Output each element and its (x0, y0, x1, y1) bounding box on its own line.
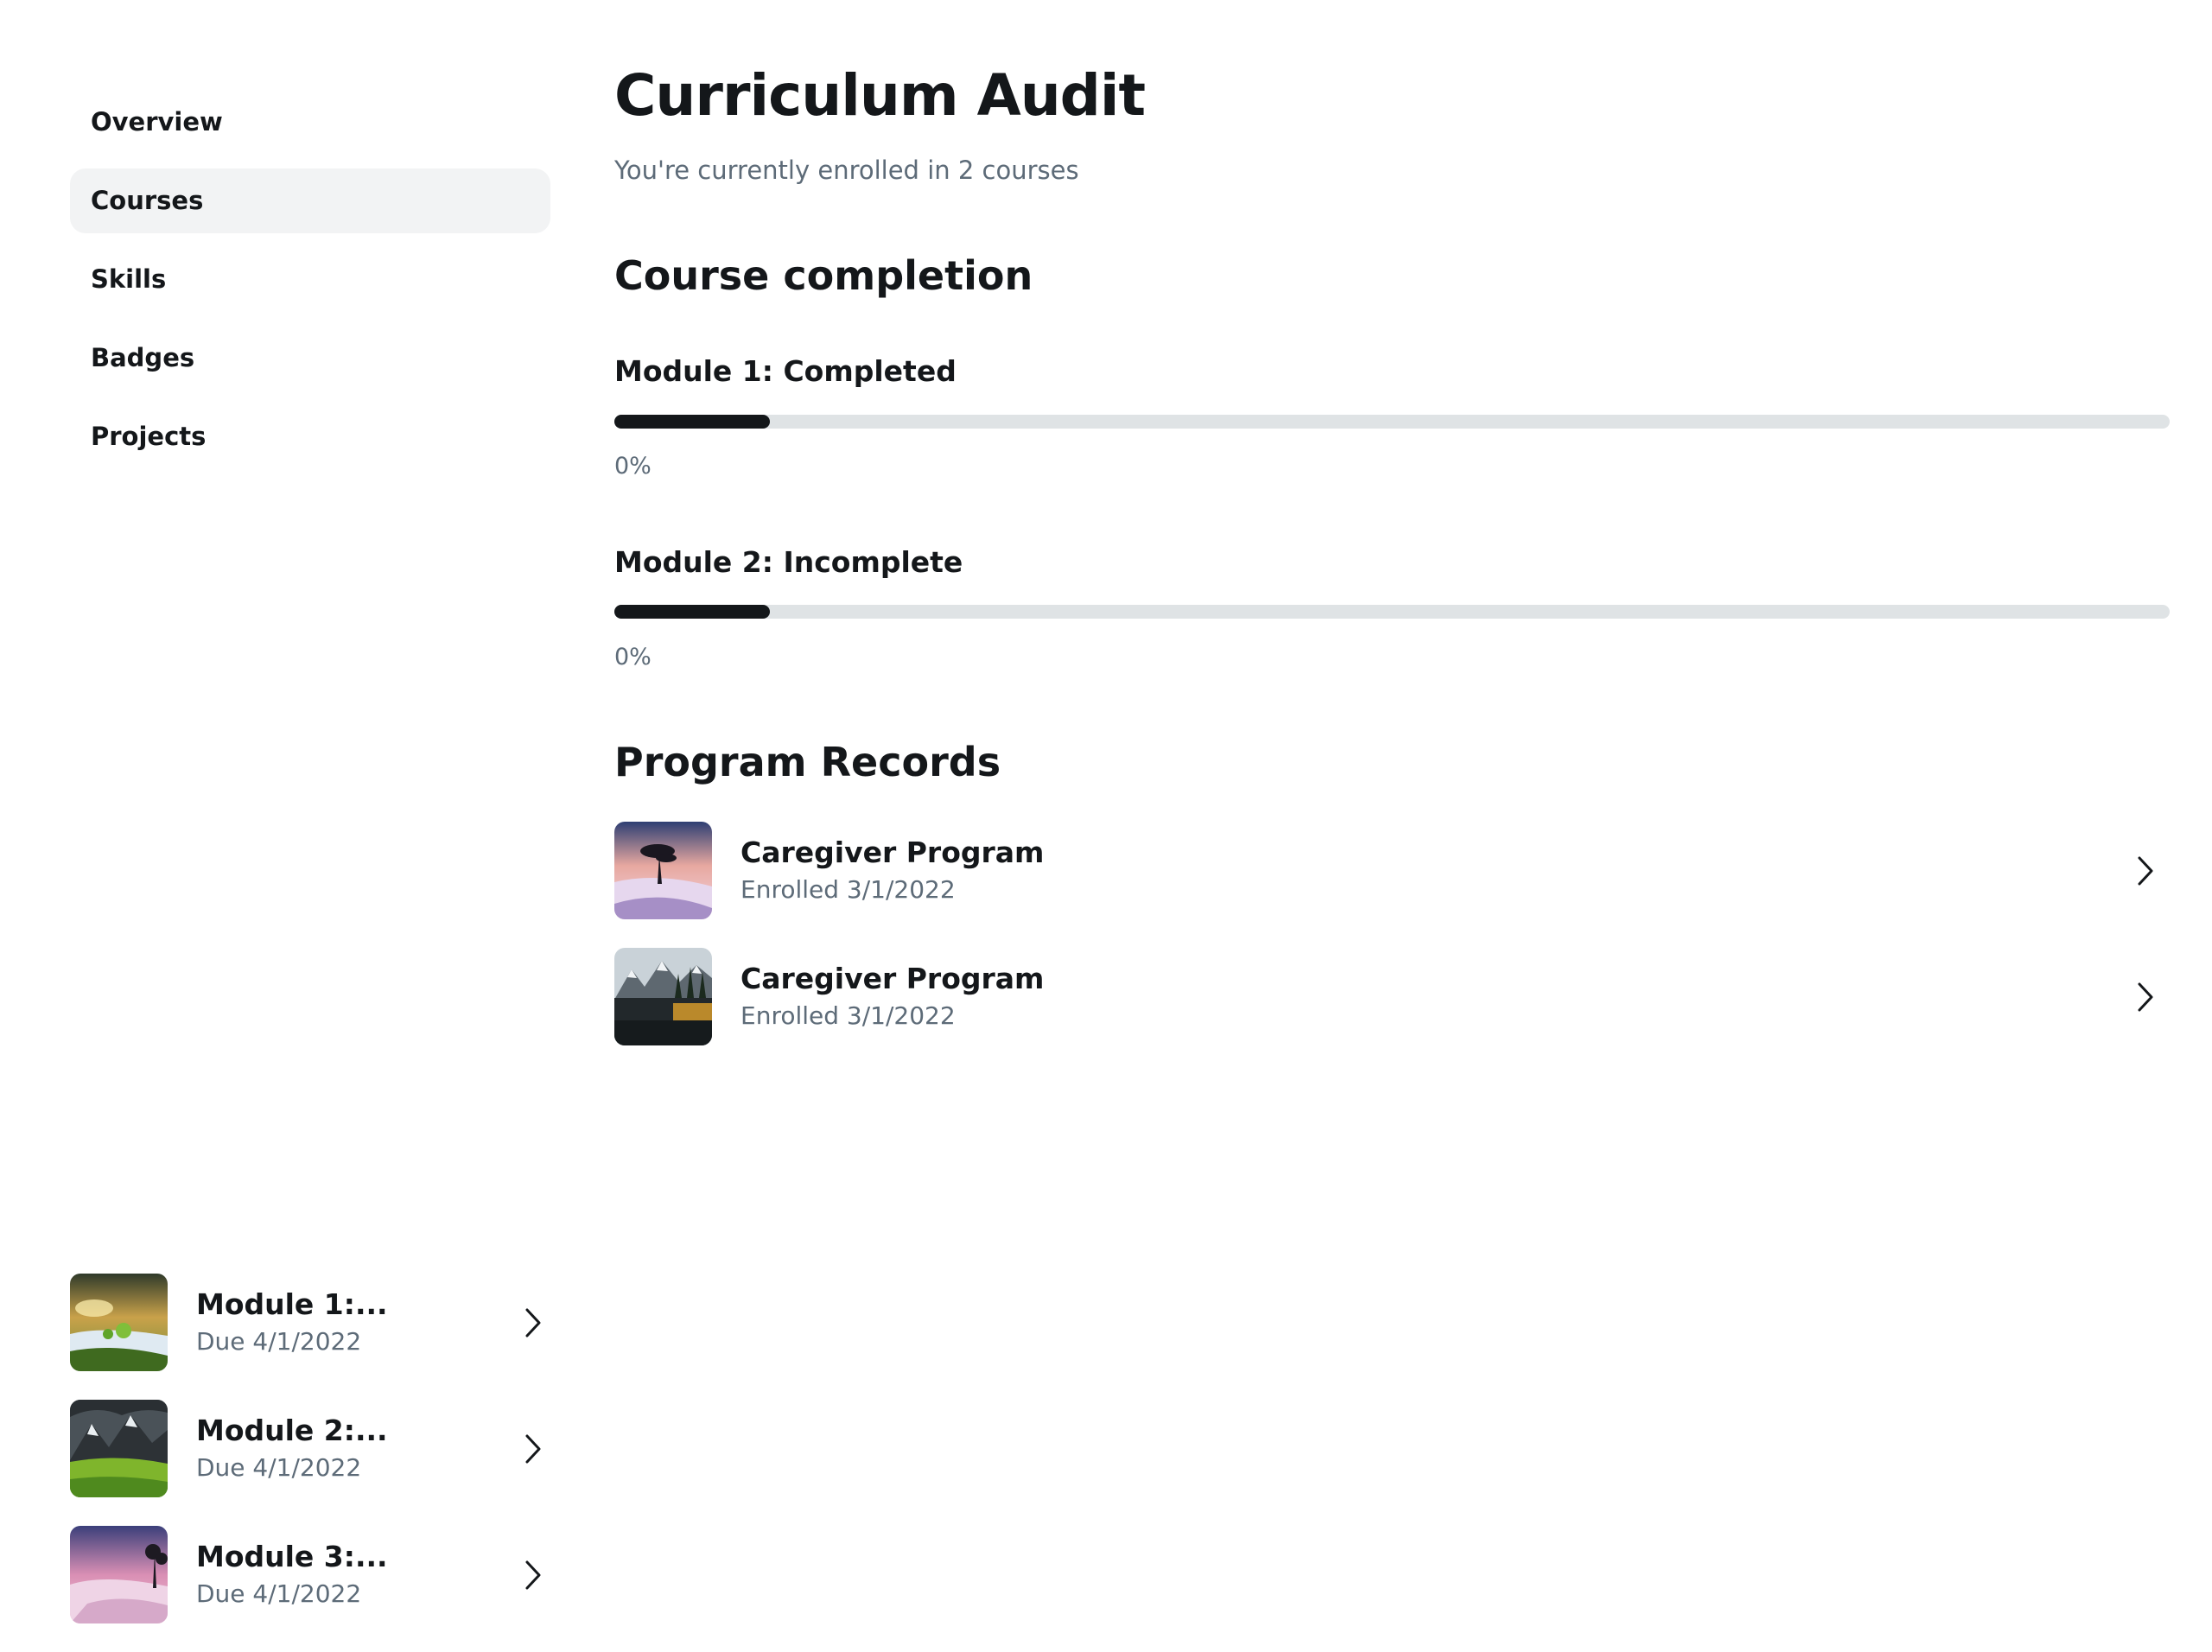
chevron-right-icon[interactable] (516, 1306, 550, 1340)
progress-bar-fill (614, 415, 770, 429)
chevron-right-icon[interactable] (2128, 854, 2163, 888)
module-title: Module 3:... (196, 1540, 388, 1573)
program-records-heading: Program Records (614, 739, 1001, 785)
module-thumbnail (70, 1400, 168, 1497)
module-title: Module 1:... (196, 1287, 388, 1321)
progress-bar-fill (614, 605, 770, 619)
program-thumbnail (614, 822, 712, 919)
progress-percent: 0% (614, 453, 652, 480)
module-card[interactable]: Module 2:... Due 4/1/2022 (70, 1400, 550, 1497)
progress-bar (614, 605, 2170, 619)
course-completion-heading: Course completion (614, 252, 1033, 299)
program-enrolled-date: Enrolled 3/1/2022 (741, 875, 956, 904)
program-title: Caregiver Program (741, 836, 1045, 869)
program-record-row[interactable]: Caregiver Program Enrolled 3/1/2022 (614, 822, 2170, 919)
chevron-right-icon[interactable] (516, 1558, 550, 1592)
page-subtitle: You're currently enrolled in 2 courses (614, 156, 1079, 185)
chevron-right-icon[interactable] (516, 1432, 550, 1466)
program-title: Caregiver Program (741, 962, 1045, 995)
program-record-row[interactable]: Caregiver Program Enrolled 3/1/2022 (614, 948, 2170, 1045)
module-thumbnail (70, 1526, 168, 1623)
module-due-date: Due 4/1/2022 (196, 1579, 362, 1608)
chevron-right-icon[interactable] (2128, 980, 2163, 1014)
program-thumbnail (614, 948, 712, 1045)
sidebar-item-skills[interactable]: Skills (70, 247, 550, 312)
module-progress-label: Module 2: Incomplete (614, 545, 963, 579)
module-card[interactable]: Module 3:... Due 4/1/2022 (70, 1526, 550, 1623)
sidebar-item-badges[interactable]: Badges (70, 326, 550, 391)
module-thumbnail (70, 1274, 168, 1371)
main-content: Curriculum Audit You're currently enroll… (614, 0, 2170, 1652)
sidebar-item-projects[interactable]: Projects (70, 404, 550, 469)
sidebar: Overview Courses Skills Badges Projects … (70, 0, 550, 1652)
page-title: Curriculum Audit (614, 62, 1146, 129)
progress-percent: 0% (614, 644, 652, 670)
module-card[interactable]: Module 1:... Due 4/1/2022 (70, 1274, 550, 1371)
module-due-date: Due 4/1/2022 (196, 1327, 362, 1356)
module-progress-label: Module 1: Completed (614, 354, 957, 388)
module-title: Module 2:... (196, 1414, 388, 1447)
progress-bar (614, 415, 2170, 429)
sidebar-item-overview[interactable]: Overview (70, 90, 550, 155)
program-enrolled-date: Enrolled 3/1/2022 (741, 1001, 956, 1030)
module-due-date: Due 4/1/2022 (196, 1453, 362, 1482)
sidebar-item-courses[interactable]: Courses (70, 168, 550, 233)
